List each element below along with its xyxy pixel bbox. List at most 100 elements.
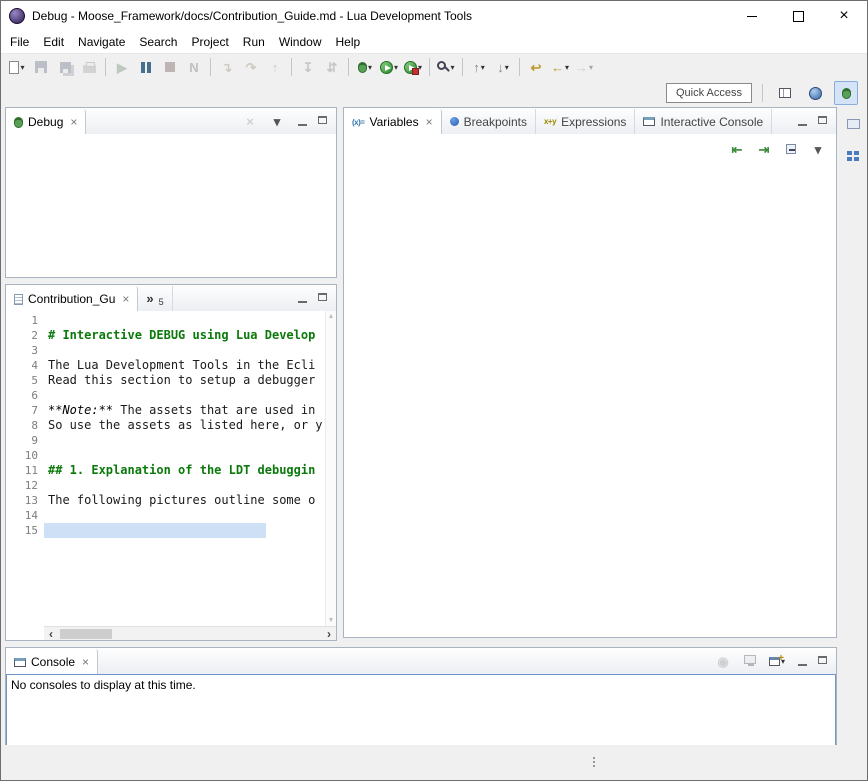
view-menu-button[interactable]: ▾ <box>807 138 829 160</box>
show-logical-structures-button[interactable]: ⇥ <box>753 138 775 160</box>
open-perspective-button[interactable] <box>774 82 796 104</box>
console-maximize-button[interactable] <box>814 653 832 669</box>
menu-item-run[interactable]: Run <box>236 32 272 52</box>
window-close-button[interactable]: × <box>821 1 867 31</box>
debug-view-maximize-button[interactable] <box>314 113 332 129</box>
terminate-button[interactable] <box>159 56 181 78</box>
new-wizard-button[interactable]: ▾ <box>6 56 28 78</box>
menu-item-edit[interactable]: Edit <box>36 32 71 52</box>
back-dropdown-icon[interactable]: ▾ <box>565 63 569 72</box>
menu-item-search[interactable]: Search <box>132 32 184 52</box>
use-step-filters-button[interactable]: ⇵ <box>321 56 343 78</box>
display-selected-console-button[interactable] <box>739 650 761 672</box>
editor-minimize-button[interactable] <box>294 290 312 306</box>
previous-annotation-dropdown-icon[interactable]: ▾ <box>481 63 485 72</box>
tab-interactive-console-label: Interactive Console <box>660 115 763 129</box>
menu-item-file[interactable]: File <box>3 32 36 52</box>
save-all-button[interactable] <box>54 56 76 78</box>
collapse-all-button[interactable] <box>780 138 802 160</box>
tab-editor-close-icon[interactable]: × <box>122 294 129 304</box>
variables-maximize-button[interactable] <box>814 113 832 129</box>
debug-dropdown-icon[interactable]: ▾ <box>368 63 372 72</box>
tab-expressions[interactable]: x+yExpressions <box>536 109 635 134</box>
editor-content[interactable]: # Interactive DEBUG using Lua DevelopThe… <box>44 311 325 626</box>
minimized-view-strip <box>840 113 866 167</box>
forward-button[interactable]: →▾ <box>573 56 595 78</box>
editor-vertical-scrollbar[interactable]: ▲ ▼ <box>325 311 336 626</box>
search-dropdown-icon[interactable]: ▾ <box>450 63 454 72</box>
scroll-right-icon[interactable]: › <box>322 628 336 640</box>
next-annotation-dropdown-icon[interactable]: ▾ <box>505 63 509 72</box>
tab-variables[interactable]: (x)=Variables× <box>344 109 442 135</box>
remove-all-terminated-button[interactable]: × <box>239 110 261 132</box>
editor-gutter[interactable]: 123456789101112131415 <box>6 311 44 626</box>
debug-button[interactable]: ▾ <box>354 56 376 78</box>
new-wizard-dropdown-icon[interactable]: ▾ <box>20 63 24 72</box>
scroll-down-icon[interactable]: ▼ <box>328 617 335 624</box>
run-button[interactable]: ▾ <box>378 56 400 78</box>
debug-view-tools: ×▾ <box>238 110 336 132</box>
drop-to-frame-button[interactable]: ↧ <box>297 56 319 78</box>
editor-horizontal-scrollbar[interactable]: ‹ › <box>44 626 336 640</box>
menu-item-window[interactable]: Window <box>272 32 329 52</box>
run-dropdown-icon[interactable]: ▾ <box>394 63 398 72</box>
next-annotation-button[interactable]: ↓▾ <box>492 56 514 78</box>
search-button[interactable]: ▾ <box>435 56 457 78</box>
editor-maximize-button[interactable] <box>314 290 332 306</box>
variables-minimize-button[interactable] <box>794 113 812 129</box>
disconnect-button[interactable]: N <box>183 56 205 78</box>
print-button[interactable] <box>78 56 100 78</box>
line-number: 8 <box>6 418 38 433</box>
tab-breakpoints[interactable]: Breakpoints <box>442 109 536 134</box>
resume-button[interactable]: ▶ <box>111 56 133 78</box>
tab-debug-close-icon[interactable]: × <box>70 117 77 127</box>
step-return-icon-glyph: ↑ <box>272 60 279 75</box>
editor-overflow-tab[interactable]: »5 <box>138 286 172 311</box>
tab-console[interactable]: Console × <box>6 649 98 675</box>
toolbar-separator <box>462 58 463 76</box>
pin-console-button[interactable]: ◉ <box>712 650 734 672</box>
open-console-button[interactable]: ▾ <box>766 650 788 672</box>
scroll-left-icon[interactable]: ‹ <box>44 628 58 640</box>
tab-debug[interactable]: Debug × <box>6 109 86 135</box>
scroll-up-icon[interactable]: ▲ <box>328 313 335 320</box>
debug-view-content[interactable] <box>6 134 336 277</box>
step-over-button[interactable]: ↷ <box>240 56 262 78</box>
last-edit-location-button[interactable]: ↩ <box>525 56 547 78</box>
step-return-button[interactable]: ↑ <box>264 56 286 78</box>
code-line-7: **Note:** The assets that are used in <box>48 403 325 418</box>
console-sash-grip[interactable] <box>593 757 595 759</box>
tab-contribution-guide[interactable]: Contribution_Gu × <box>6 286 138 312</box>
menu-item-navigate[interactable]: Navigate <box>71 32 132 52</box>
tab-console-close-icon[interactable]: × <box>82 657 89 667</box>
forward-dropdown-icon[interactable]: ▾ <box>589 63 593 72</box>
show-type-names-button[interactable]: ⇤ <box>726 138 748 160</box>
quick-access-box[interactable]: Quick Access <box>666 83 752 103</box>
menu-item-project[interactable]: Project <box>184 32 235 52</box>
previous-annotation-button[interactable]: ↑▾ <box>468 56 490 78</box>
window-maximize-button[interactable] <box>775 1 821 31</box>
minimized-view-restore-icon-glyph <box>847 119 860 129</box>
tab-editor-label: Contribution_Gu <box>28 292 115 306</box>
next-annotation-icon-glyph: ↓ <box>497 60 504 75</box>
scrollbar-thumb[interactable] <box>60 629 112 639</box>
minimized-view-grid-button[interactable] <box>842 145 864 167</box>
save-button[interactable] <box>30 56 52 78</box>
suspend-button[interactable] <box>135 56 157 78</box>
console-minimize-button[interactable] <box>794 653 812 669</box>
lua-perspective-button[interactable] <box>804 82 826 104</box>
external-tools-button[interactable]: ▾ <box>402 56 424 78</box>
debug-view-minimize-button[interactable] <box>294 113 312 129</box>
tab-interactive-console[interactable]: Interactive Console <box>635 109 772 134</box>
variables-view-content[interactable] <box>344 134 836 637</box>
window-minimize-button[interactable] <box>729 1 775 31</box>
tab-variables-close-icon[interactable]: × <box>426 117 433 127</box>
editor-panel: Contribution_Gu × »5 1234567891011121314… <box>5 284 337 641</box>
menu-item-help[interactable]: Help <box>329 32 368 52</box>
back-button[interactable]: ←▾ <box>549 56 571 78</box>
debug-perspective-button[interactable] <box>834 81 858 105</box>
view-menu-button[interactable]: ▾ <box>266 110 288 132</box>
minimized-view-grid-icon-glyph <box>847 151 852 155</box>
minimized-view-restore-button[interactable] <box>842 113 864 135</box>
step-into-button[interactable]: ↴ <box>216 56 238 78</box>
